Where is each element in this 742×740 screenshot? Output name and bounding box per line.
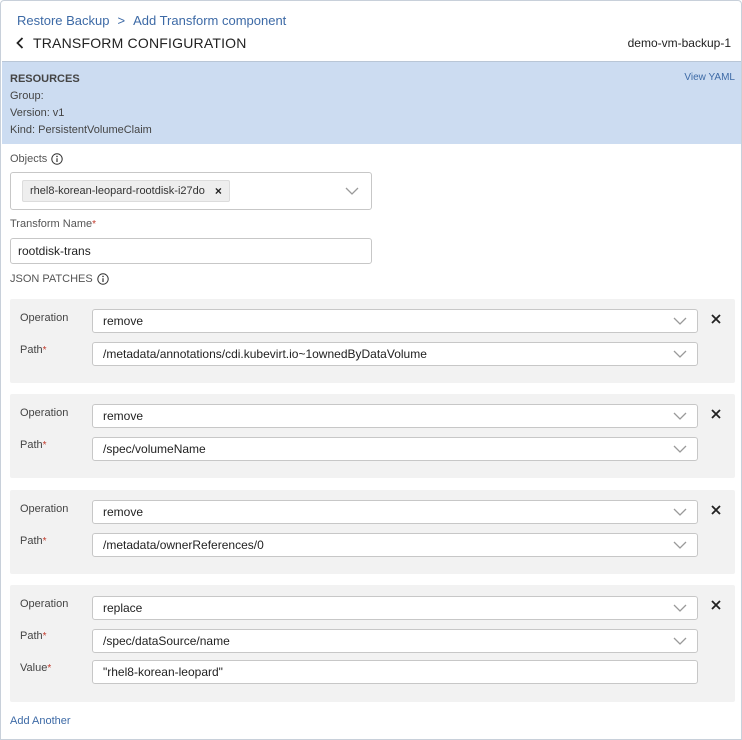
operation-value: remove <box>103 409 144 423</box>
value-label: Value* <box>20 662 52 674</box>
path-label: Path* <box>20 630 47 642</box>
transform-name-label: Transform Name* <box>10 218 96 230</box>
json-patches-label: JSON PATCHES <box>10 273 109 285</box>
chip-remove-icon[interactable]: × <box>215 184 222 198</box>
json-patch-3: Operation remove Path* /metadata/ownerRe… <box>10 490 735 574</box>
view-yaml-link[interactable]: View YAML <box>684 72 735 83</box>
path-select[interactable]: /spec/volumeName <box>92 437 698 461</box>
path-select[interactable]: /metadata/ownerReferences/0 <box>92 533 698 557</box>
transform-configuration-panel: Restore Backup > Add Transform component… <box>0 0 742 740</box>
resources-heading: RESOURCES <box>10 73 80 85</box>
json-patches-label-text: JSON PATCHES <box>10 273 93 285</box>
path-value: /spec/volumeName <box>103 442 206 456</box>
breadcrumb-add-transform: Add Transform component <box>133 13 287 28</box>
info-icon[interactable] <box>51 153 63 165</box>
operation-select[interactable]: remove <box>92 404 698 428</box>
path-value: /metadata/annotations/cdi.kubevirt.io~1o… <box>103 347 427 361</box>
json-patch-1: Operation remove Path* /metadata/annotat… <box>10 299 735 383</box>
path-label: Path* <box>20 439 47 451</box>
operation-select[interactable]: remove <box>92 309 698 333</box>
operation-value: remove <box>103 505 144 519</box>
chevron-down-icon <box>673 541 687 549</box>
operation-label: Operation <box>20 503 69 515</box>
resource-version: Version: v1 <box>10 107 65 119</box>
chevron-down-icon <box>673 445 687 453</box>
chevron-down-icon <box>673 508 687 516</box>
close-icon[interactable] <box>710 313 722 325</box>
operation-label: Operation <box>20 598 69 610</box>
chevron-left-icon[interactable] <box>15 35 25 51</box>
transform-name-label-text: Transform Name* <box>10 218 97 230</box>
value-input[interactable] <box>92 660 698 684</box>
backup-name: demo-vm-backup-1 <box>627 36 731 50</box>
close-icon[interactable] <box>710 599 722 611</box>
chevron-down-icon[interactable] <box>345 187 359 195</box>
breadcrumb-restore-backup[interactable]: Restore Backup <box>17 13 110 28</box>
objects-select[interactable]: rhel8-korean-leopard-rootdisk-i27do × <box>10 172 372 210</box>
resources-panel: RESOURCES Group: Version: v1 Kind: Persi… <box>2 61 741 144</box>
chevron-down-icon <box>673 637 687 645</box>
path-select[interactable]: /metadata/annotations/cdi.kubevirt.io~1o… <box>92 342 698 366</box>
breadcrumb: Restore Backup > Add Transform component <box>17 13 286 28</box>
add-another-link[interactable]: Add Another <box>10 715 71 727</box>
object-chip: rhel8-korean-leopard-rootdisk-i27do × <box>22 180 230 202</box>
path-value: /metadata/ownerReferences/0 <box>103 538 264 552</box>
info-icon[interactable] <box>97 273 109 285</box>
operation-select[interactable]: remove <box>92 500 698 524</box>
close-icon[interactable] <box>710 504 722 516</box>
chevron-down-icon <box>673 604 687 612</box>
operation-value: replace <box>103 601 143 615</box>
operation-select[interactable]: replace <box>92 596 698 620</box>
object-chip-label: rhel8-korean-leopard-rootdisk-i27do <box>30 185 205 197</box>
path-select[interactable]: /spec/dataSource/name <box>92 629 698 653</box>
transform-name-input[interactable] <box>10 238 372 264</box>
objects-label-text: Objects <box>10 153 48 165</box>
path-value: /spec/dataSource/name <box>103 634 230 648</box>
operation-value: remove <box>103 314 144 328</box>
json-patch-4: Operation replace Path* /spec/dataSource… <box>10 585 735 702</box>
objects-label: Objects <box>10 153 63 165</box>
chevron-down-icon <box>673 317 687 325</box>
resource-group: Group: <box>10 90 44 102</box>
page-title: TRANSFORM CONFIGURATION <box>33 35 247 51</box>
path-label: Path* <box>20 535 47 547</box>
title-row: TRANSFORM CONFIGURATION <box>15 35 247 51</box>
operation-label: Operation <box>20 312 69 324</box>
path-label: Path* <box>20 344 47 356</box>
json-patch-2: Operation remove Path* /spec/volumeName <box>10 394 735 478</box>
close-icon[interactable] <box>710 408 722 420</box>
chevron-down-icon <box>673 412 687 420</box>
breadcrumb-separator: > <box>117 13 126 28</box>
resource-kind: Kind: PersistentVolumeClaim <box>10 124 152 136</box>
operation-label: Operation <box>20 407 69 419</box>
chevron-down-icon <box>673 350 687 358</box>
